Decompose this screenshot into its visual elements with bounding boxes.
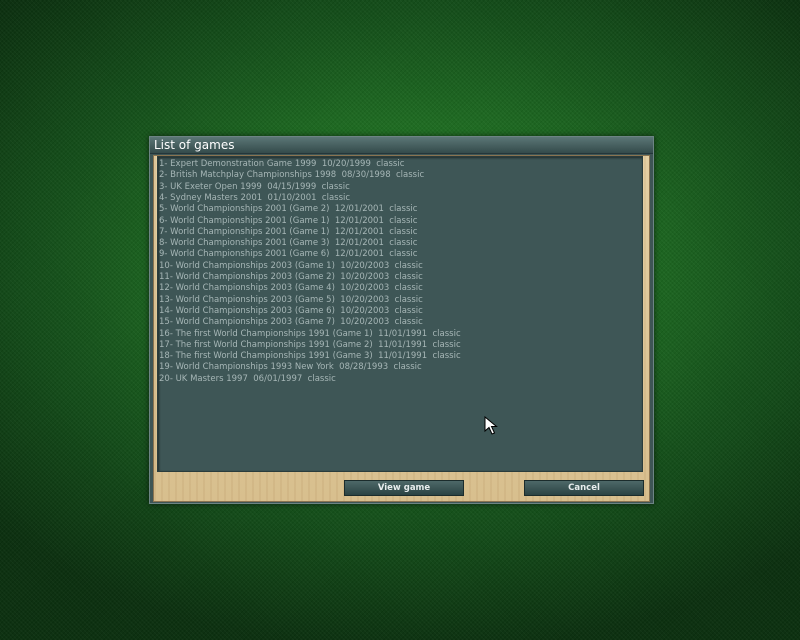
game-list-item[interactable]: 12- World Championships 2003 (Game 4) 10… (159, 283, 423, 294)
game-list-item[interactable]: 10- World Championships 2003 (Game 1) 10… (159, 261, 423, 272)
cancel-button[interactable]: Cancel (524, 480, 644, 496)
game-list-item[interactable]: 6- World Championships 2001 (Game 1) 12/… (159, 216, 417, 227)
dialog-title: List of games (154, 138, 235, 152)
game-list-item[interactable]: 2- British Matchplay Championships 1998 … (159, 170, 424, 181)
game-list-item[interactable]: 13- World Championships 2003 (Game 5) 10… (159, 295, 423, 306)
game-list-item[interactable]: 14- World Championships 2003 (Game 6) 10… (159, 306, 423, 317)
game-list-item[interactable]: 8- World Championships 2001 (Game 3) 12/… (159, 238, 417, 249)
view-game-button[interactable]: View game (344, 480, 464, 496)
game-list-item[interactable]: 16- The first World Championships 1991 (… (159, 329, 461, 340)
game-list-item[interactable]: 4- Sydney Masters 2001 01/10/2001 classi… (159, 193, 350, 204)
game-list-item[interactable]: 5- World Championships 2001 (Game 2) 12/… (159, 204, 417, 215)
games-list[interactable]: 1- Expert Demonstration Game 1999 10/20/… (157, 156, 643, 472)
game-list-item[interactable]: 19- World Championships 1993 New York 08… (159, 362, 422, 373)
game-list-item[interactable]: 15- World Championships 2003 (Game 7) 10… (159, 317, 423, 328)
game-list-item[interactable]: 1- Expert Demonstration Game 1999 10/20/… (159, 159, 404, 170)
game-list-item[interactable]: 17- The first World Championships 1991 (… (159, 340, 461, 351)
game-list-item[interactable]: 20- UK Masters 1997 06/01/1997 classic (159, 374, 336, 385)
game-list-item[interactable]: 11- World Championships 2003 (Game 2) 10… (159, 272, 423, 283)
arrow-cursor-icon (484, 416, 498, 435)
game-list-item[interactable]: 7- World Championships 2001 (Game 1) 12/… (159, 227, 417, 238)
game-list-item[interactable]: 9- World Championships 2001 (Game 6) 12/… (159, 249, 417, 260)
game-list-item[interactable]: 3- UK Exeter Open 1999 04/15/1999 classi… (159, 182, 350, 193)
dialog-titlebar[interactable]: List of games (150, 137, 653, 154)
game-list-item[interactable]: 18- The first World Championships 1991 (… (159, 351, 461, 362)
